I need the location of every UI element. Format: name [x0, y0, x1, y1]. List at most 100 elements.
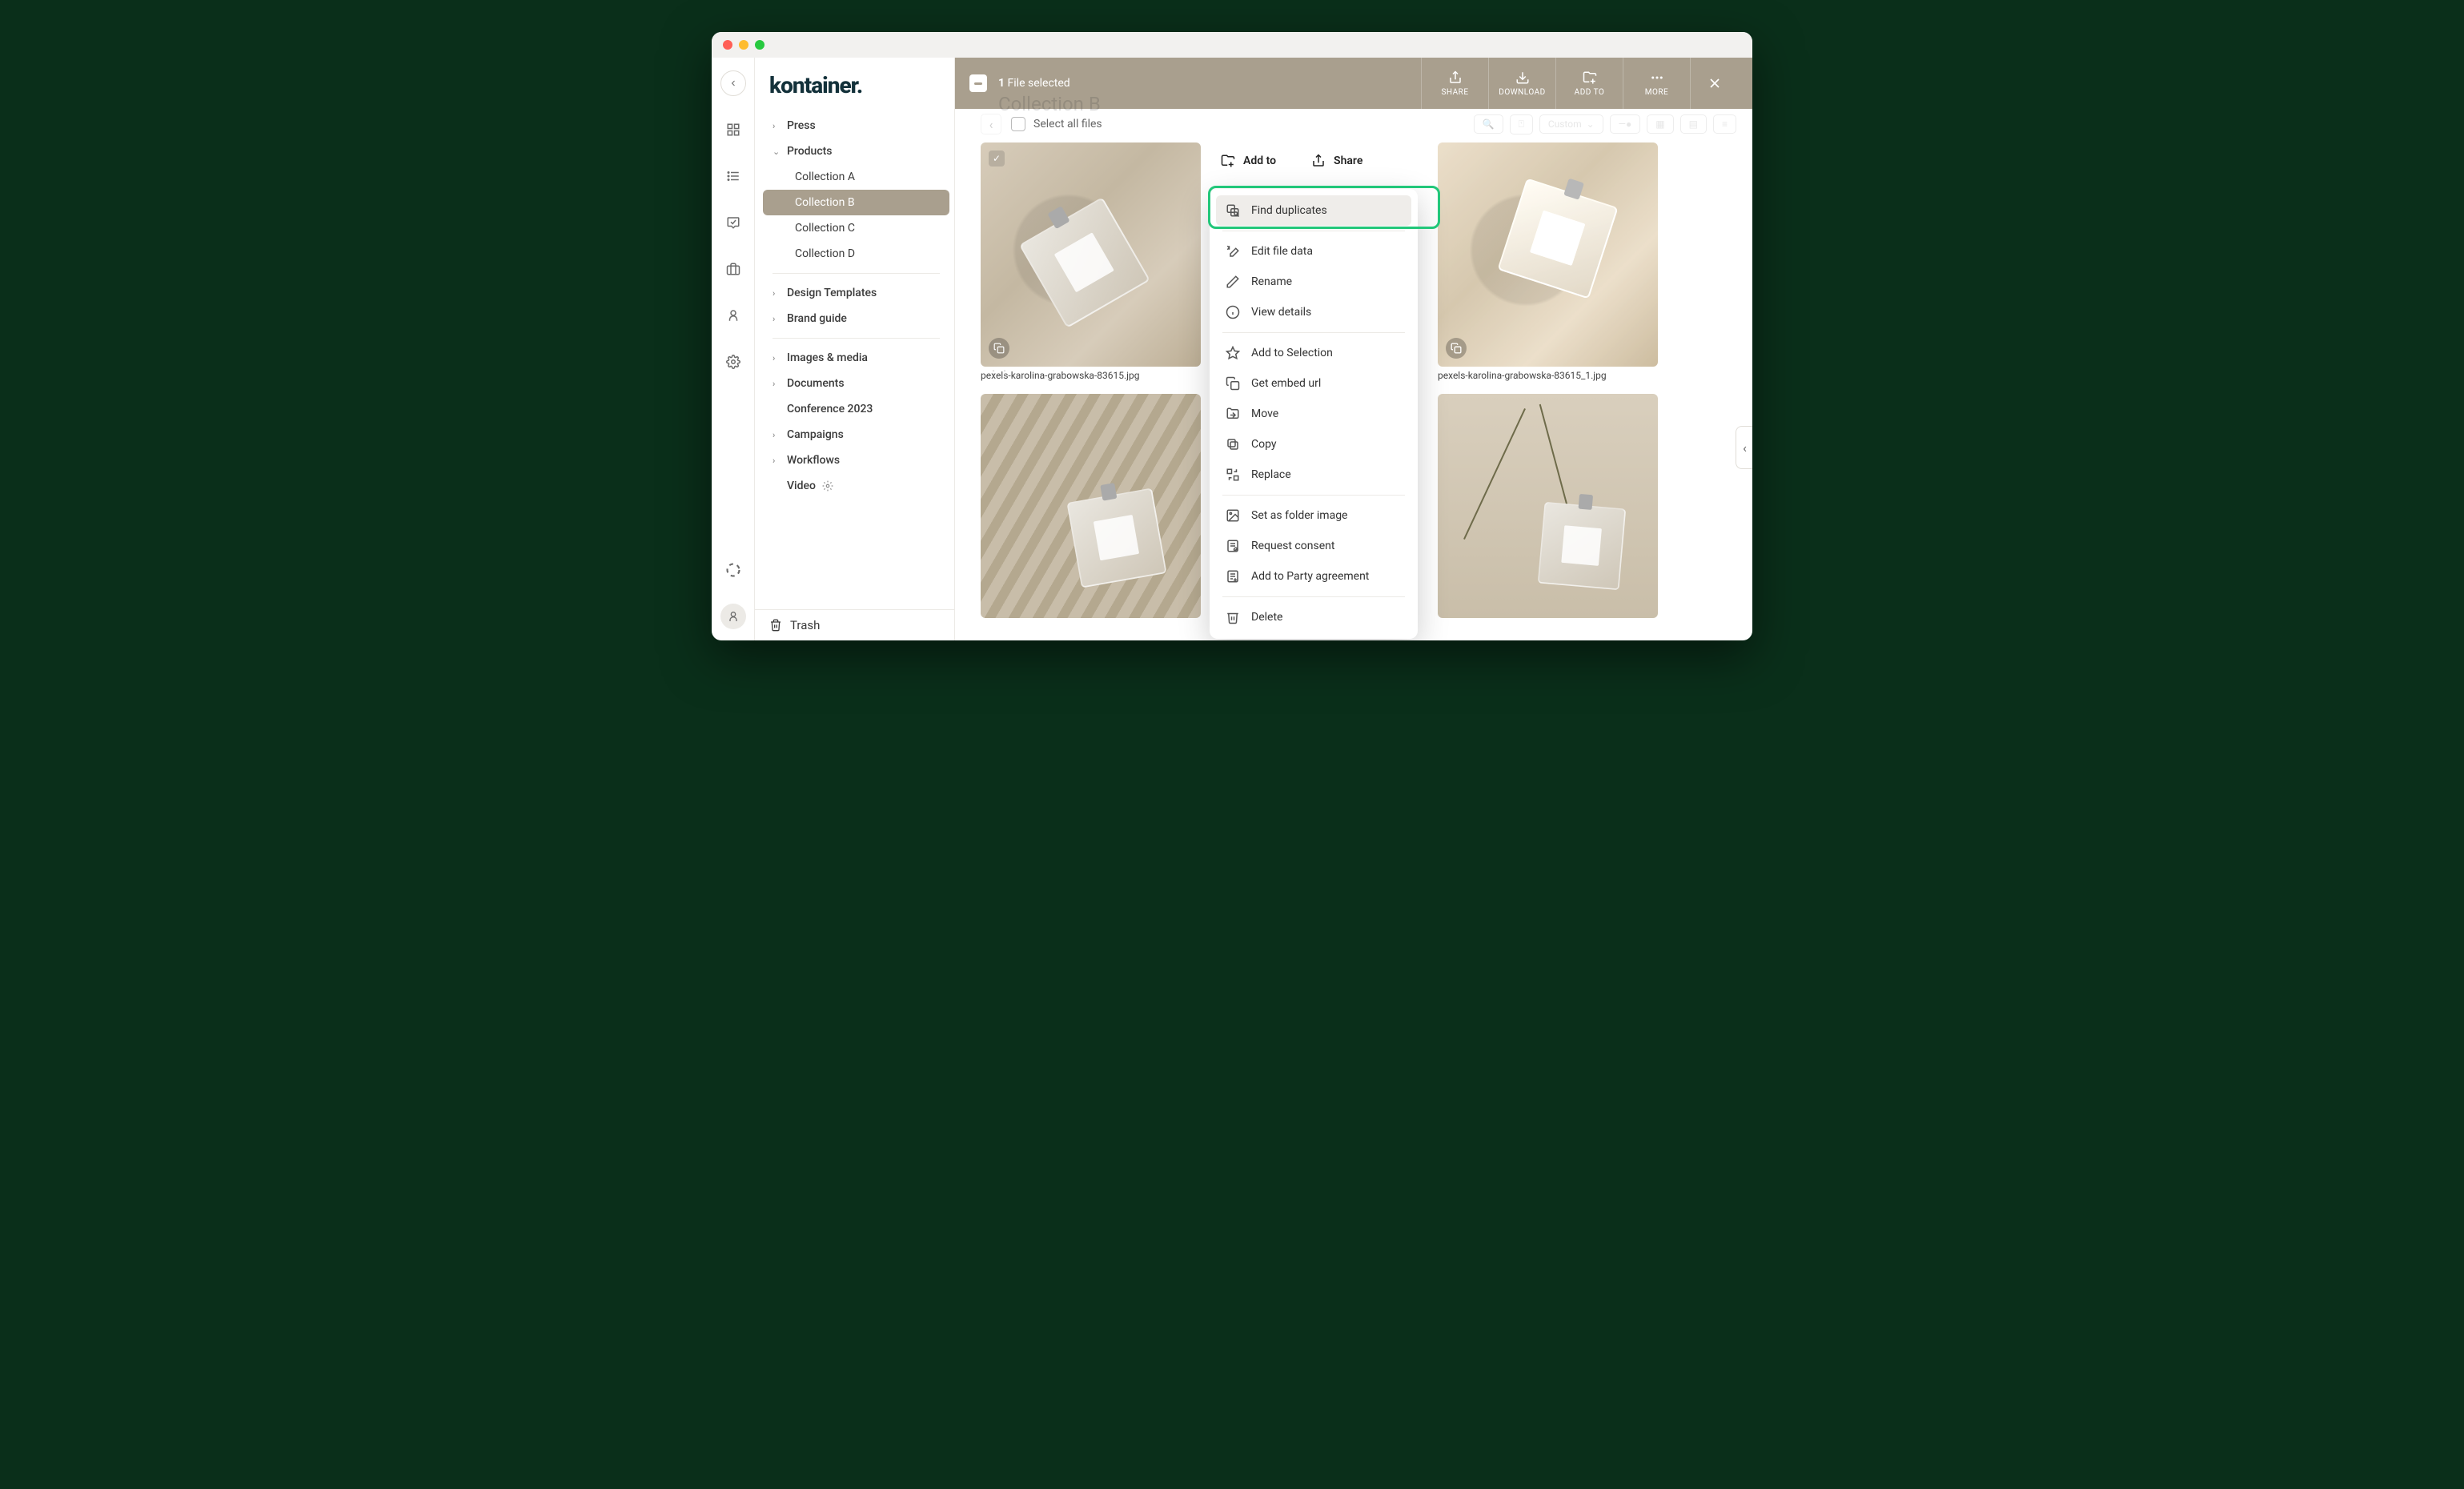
sidebar-item-brand[interactable]: ›Brand guide [763, 306, 949, 331]
sidebar-item-collection-d[interactable]: Collection D [763, 241, 949, 267]
sidebar-item-products[interactable]: ⌄Products [763, 138, 949, 164]
filter-icon[interactable]: ⍞ [1510, 114, 1533, 134]
menu-view-details[interactable]: View details [1210, 297, 1418, 327]
selbar-download-label: DOWNLOAD [1499, 88, 1545, 97]
sidebar-label: Collection A [795, 171, 855, 183]
menu-embed[interactable]: Get embed url [1210, 368, 1418, 399]
selection-count: 1 [998, 77, 1005, 90]
page-back-button[interactable]: ‹ [981, 114, 1001, 134]
context-menu: Find duplicates Edit file data Rename Vi… [1210, 189, 1418, 639]
select-all-toggle[interactable]: Select all files [1011, 117, 1102, 131]
rail-help-icon[interactable] [720, 557, 746, 583]
rail-settings-icon[interactable] [720, 349, 746, 375]
sidebar-item-workflows[interactable]: ›Workflows [763, 448, 949, 473]
logo-text: kontainer. [769, 72, 862, 98]
asset-card[interactable]: pexels-karolina-grabowska-83615_1.jpg [1438, 142, 1658, 381]
menu-rename[interactable]: Rename [1210, 267, 1418, 297]
sidebar-label: Design Templates [787, 287, 877, 299]
sidebar-item-trash[interactable]: Trash [755, 609, 954, 640]
selbar-addto-button[interactable]: ADD TO [1555, 58, 1623, 109]
menu-party[interactable]: Add to Party agreement [1210, 561, 1418, 592]
select-all-label: Select all files [1033, 118, 1102, 130]
rail-user-icon[interactable] [720, 303, 746, 328]
app-window: kontainer. ›Press ⌄Products Collection A… [712, 32, 1752, 640]
menu-label: Replace [1251, 468, 1291, 481]
sort-dropdown[interactable]: Custom ⌄ [1539, 114, 1603, 134]
asset-thumb[interactable] [1438, 142, 1658, 367]
page-title: Collection B [998, 93, 1101, 115]
zoom-slider[interactable]: —● [1610, 114, 1641, 134]
sidebar-item-campaigns[interactable]: ›Campaigns [763, 422, 949, 448]
asset-thumb[interactable]: ✓ [981, 142, 1201, 367]
rail-back-button[interactable] [720, 70, 746, 96]
selbar-more-label: MORE [1645, 88, 1668, 97]
menu-label: Find duplicates [1251, 204, 1327, 217]
sidebar-item-documents[interactable]: ›Documents [763, 371, 949, 396]
logo: kontainer. [755, 61, 954, 113]
menu-consent[interactable]: Request consent [1210, 531, 1418, 561]
sidebar-item-design[interactable]: ›Design Templates [763, 280, 949, 306]
sidebar-item-images[interactable]: ›Images & media [763, 345, 949, 371]
page-toolbar: Collection B ‹ Select all files 🔍 ⍞ Cust… [955, 109, 1752, 142]
menu-label: Edit file data [1251, 245, 1313, 258]
window-max-dot[interactable] [755, 40, 764, 50]
menu-copy[interactable]: Copy [1210, 429, 1418, 460]
sidebar-item-conference[interactable]: Conference 2023 [763, 396, 949, 422]
window-close-dot[interactable] [723, 40, 732, 50]
asset-card[interactable] [1438, 394, 1658, 618]
rail-list-icon[interactable] [720, 163, 746, 189]
menu-add-selection[interactable]: Add to Selection [1210, 338, 1418, 368]
sidebar-label: Products [787, 145, 833, 158]
replace-icon [1226, 468, 1240, 482]
sidebar-item-collection-c[interactable]: Collection C [763, 215, 949, 241]
menu-label: Rename [1251, 275, 1292, 288]
sidebar-resize-handle[interactable]: ⋮⋮ [989, 368, 1011, 379]
view-card-icon[interactable]: ▤ [1680, 114, 1707, 134]
menu-find-duplicates[interactable]: Find duplicates [1216, 195, 1411, 226]
sidebar-item-collection-b[interactable]: Collection B [763, 190, 949, 215]
sidebar-label: Documents [787, 377, 845, 390]
menu-delete[interactable]: Delete [1210, 602, 1418, 632]
quick-addto-button[interactable]: Add to [1221, 154, 1276, 168]
sidebar-label: Collection D [795, 247, 855, 260]
quick-addto-label: Add to [1243, 155, 1276, 167]
selbar-more-button[interactable]: MORE [1623, 58, 1690, 109]
asset-card[interactable]: ✓ pexels-karolina-grabowska-83615.jpg [981, 142, 1201, 381]
selbar-share-button[interactable]: SHARE [1421, 58, 1488, 109]
menu-edit-file-data[interactable]: Edit file data [1210, 236, 1418, 267]
view-controls: 🔍 ⍞ Custom ⌄ —● ▦ ▤ ≡ [1474, 114, 1736, 134]
sidebar-item-press[interactable]: ›Press [763, 113, 949, 138]
quick-share-button[interactable]: Share [1311, 154, 1362, 168]
view-list-icon[interactable]: ≡ [1713, 114, 1736, 134]
rail-approve-icon[interactable] [720, 210, 746, 235]
view-grid-icon[interactable]: ▦ [1647, 114, 1673, 134]
selection-checkbox[interactable] [969, 74, 987, 92]
select-all-checkbox[interactable] [1011, 117, 1025, 131]
search-icon[interactable]: 🔍 [1474, 114, 1503, 134]
sidebar-item-video[interactable]: Video [763, 473, 949, 499]
copy2-icon [1226, 437, 1240, 452]
sidebar-item-collection-a[interactable]: Collection A [763, 164, 949, 190]
menu-folder-image[interactable]: Set as folder image [1210, 500, 1418, 531]
rail-grid-icon[interactable] [720, 117, 746, 142]
rail-profile-avatar[interactable] [720, 604, 746, 629]
selbar-close-button[interactable] [1690, 58, 1738, 109]
move-icon [1226, 407, 1240, 421]
sidebar-label: Collection C [795, 222, 855, 235]
pencil-icon [1226, 275, 1240, 289]
asset-selected-icon[interactable]: ✓ [989, 151, 1005, 167]
info-icon [1226, 305, 1240, 319]
asset-caption: pexels-karolina-grabowska-83615.jpg [981, 367, 1201, 381]
asset-card[interactable] [981, 394, 1201, 618]
selbar-share-label: SHARE [1441, 88, 1468, 97]
right-panel-expand[interactable]: ‹ [1736, 426, 1752, 469]
selbar-download-button[interactable]: DOWNLOAD [1488, 58, 1555, 109]
menu-move[interactable]: Move [1210, 399, 1418, 429]
asset-thumb[interactable] [981, 394, 1201, 618]
sidebar-label: Campaigns [787, 428, 844, 441]
asset-thumb[interactable] [1438, 394, 1658, 618]
window-min-dot[interactable] [739, 40, 748, 50]
rail-briefcase-icon[interactable] [720, 256, 746, 282]
sidebar-label: Brand guide [787, 312, 847, 325]
menu-replace[interactable]: Replace [1210, 460, 1418, 490]
